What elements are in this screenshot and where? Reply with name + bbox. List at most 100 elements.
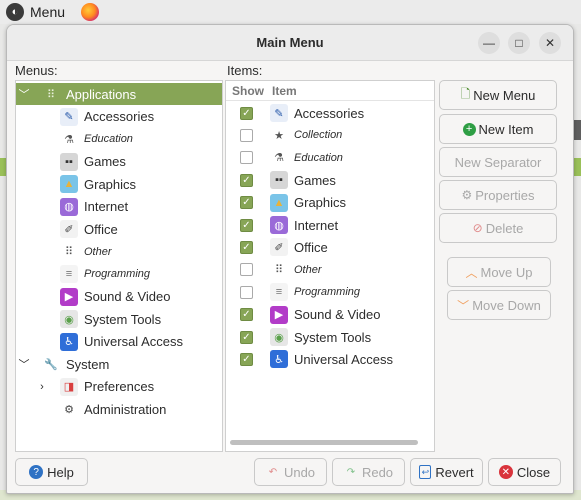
show-checkbox[interactable]: ✓ — [240, 218, 253, 232]
show-checkbox[interactable]: ✓ — [240, 240, 253, 254]
top-panel: ◐ Menu — [0, 0, 581, 24]
preferences-icon: ◨ — [60, 377, 78, 396]
tree-item-internet[interactable]: ◍ Internet — [16, 196, 222, 218]
items-list[interactable]: Show Item ✓ ✎ Accessories ★ Collection ⚗ Educa… — [225, 80, 435, 452]
show-checkbox[interactable]: ✓ — [240, 196, 253, 210]
menus-tree[interactable]: ﹀ ⠿ Applications ✎ Accessories ⚗ Education ▪▪ Ga… — [15, 80, 223, 452]
tree-item-sound-video[interactable]: ▶ Sound & Video — [16, 286, 222, 308]
item-label: Programming — [294, 286, 361, 299]
item-row-graphics[interactable]: ✓ ▲ Graphics — [226, 192, 434, 214]
tree-item-office[interactable]: ✐ Office — [16, 218, 222, 240]
tree-item-label: Education — [84, 133, 133, 145]
dots-icon: ⠿ — [274, 264, 284, 277]
system-logo-icon[interactable]: ◐ — [6, 3, 24, 21]
show-checkbox[interactable] — [240, 285, 253, 299]
show-checkbox[interactable]: ✓ — [240, 173, 253, 187]
properties-button[interactable]: ⚙ Properties — [439, 180, 557, 210]
horizontal-scrollbar[interactable] — [230, 440, 418, 445]
tree-item-label: System — [66, 356, 110, 372]
document-icon: ≡ — [270, 283, 288, 302]
menus-label: Menus: — [15, 63, 58, 78]
flask-icon: ⚗ — [64, 133, 74, 146]
item-column-header[interactable]: Item — [272, 84, 297, 98]
minimize-icon: — — [483, 36, 495, 50]
item-label: Accessories — [294, 105, 365, 121]
help-button[interactable]: ? Help — [15, 458, 88, 486]
item-label: Graphics — [294, 195, 347, 211]
play-icon: ▶ — [60, 287, 78, 306]
window-title: Main Menu — [256, 35, 324, 50]
new-separator-button[interactable]: New Separator — [439, 147, 557, 177]
panel-menu-label[interactable]: Menu — [30, 4, 65, 20]
show-checkbox[interactable]: ✓ — [240, 330, 253, 344]
item-label: Office — [294, 239, 328, 255]
item-label: Internet — [294, 217, 339, 233]
item-label: Universal Access — [294, 351, 393, 367]
item-row-programming[interactable]: ≡ Programming — [226, 281, 434, 303]
add-icon: + — [462, 122, 476, 136]
tree-item-preferences[interactable]: › ◨ Preferences — [16, 376, 222, 398]
tree-item-programming[interactable]: ≡ Programming — [16, 263, 222, 285]
tree-item-system-tools[interactable]: ◉ System Tools — [16, 308, 222, 330]
maximize-button[interactable]: □ — [508, 32, 530, 54]
item-row-system-tools[interactable]: ✓ ◉ System Tools — [226, 326, 434, 348]
show-checkbox[interactable] — [240, 263, 253, 277]
accessories-icon: ✎ — [270, 104, 288, 122]
item-row-accessories[interactable]: ✓ ✎ Accessories — [226, 102, 434, 124]
expander-icon[interactable]: ﹀ — [16, 356, 32, 372]
item-row-universal-access[interactable]: ✓ ♿ Universal Access — [226, 348, 434, 370]
item-row-other[interactable]: ⠿ Other — [226, 259, 434, 281]
item-row-collection[interactable]: ★ Collection — [226, 124, 434, 146]
tree-item-label: Accessories — [84, 109, 155, 124]
tree-item-other[interactable]: ⠿ Other — [16, 241, 222, 263]
item-row-education[interactable]: ⚗ Education — [226, 147, 434, 169]
wrench-icon: 🔧 — [44, 358, 58, 371]
new-menu-icon: 🗋 — [460, 86, 471, 101]
revert-button[interactable]: ↩ Revert — [410, 458, 483, 486]
tree-item-applications[interactable]: ﹀ ⠿ Applications — [16, 83, 222, 105]
new-item-button[interactable]: + New Item — [439, 114, 557, 144]
close-window-button[interactable]: ✕ — [539, 32, 561, 54]
show-checkbox[interactable]: ✓ — [240, 106, 253, 120]
move-up-button[interactable]: ︿ Move Up — [447, 257, 551, 287]
new-menu-button[interactable]: 🗋 New Menu — [439, 80, 557, 110]
chevron-down-icon: ﹀ — [457, 298, 470, 313]
delete-label: Delete — [485, 220, 524, 236]
show-column-header[interactable]: Show — [232, 84, 264, 98]
gamepad-icon: ▪▪ — [60, 152, 78, 171]
toggle-icon: ◉ — [60, 310, 78, 328]
item-label: Other — [294, 263, 322, 276]
tree-item-label: Applications — [66, 86, 137, 102]
firefox-icon[interactable] — [81, 3, 100, 21]
undo-button[interactable]: ↶ Undo — [254, 458, 327, 486]
tree-item-label: Universal Access — [84, 334, 183, 349]
show-checkbox[interactable]: ✓ — [240, 352, 253, 366]
office-icon: ✐ — [60, 220, 78, 238]
item-row-sound-video[interactable]: ✓ ▶ Sound & Video — [226, 304, 434, 326]
tree-item-universal-access[interactable]: ♿ Universal Access — [16, 331, 222, 353]
tree-item-graphics[interactable]: ▲ Graphics — [16, 173, 222, 195]
tree-item-label: Programming — [84, 268, 151, 280]
tree-item-games[interactable]: ▪▪ Games — [16, 151, 222, 173]
tree-item-label: Administration — [84, 401, 167, 417]
close-button[interactable]: ✕ Close — [488, 458, 561, 486]
show-checkbox[interactable] — [240, 151, 253, 165]
show-checkbox[interactable]: ✓ — [240, 308, 253, 322]
tree-item-system[interactable]: ﹀ 🔧 System — [16, 353, 222, 375]
maximize-icon: □ — [515, 36, 523, 50]
expander-icon[interactable]: › — [34, 381, 50, 393]
globe-icon: ◍ — [60, 197, 78, 216]
item-row-office[interactable]: ✓ ✐ Office — [226, 236, 434, 258]
item-row-games[interactable]: ✓ ▪▪ Games — [226, 169, 434, 191]
move-down-button[interactable]: ﹀ Move Down — [447, 290, 551, 320]
item-row-internet[interactable]: ✓ ◍ Internet — [226, 214, 434, 236]
expander-icon[interactable]: ﹀ — [16, 86, 32, 102]
minimize-button[interactable]: — — [478, 32, 500, 54]
tree-item-label: Internet — [84, 199, 129, 214]
delete-button[interactable]: ⊘ Delete — [439, 213, 557, 243]
show-checkbox[interactable] — [240, 128, 253, 142]
tree-item-administration[interactable]: ⚙ Administration — [16, 398, 222, 420]
redo-button[interactable]: ↷ Redo — [332, 458, 405, 486]
tree-item-education[interactable]: ⚗ Education — [16, 128, 222, 150]
tree-item-accessories[interactable]: ✎ Accessories — [16, 106, 222, 128]
